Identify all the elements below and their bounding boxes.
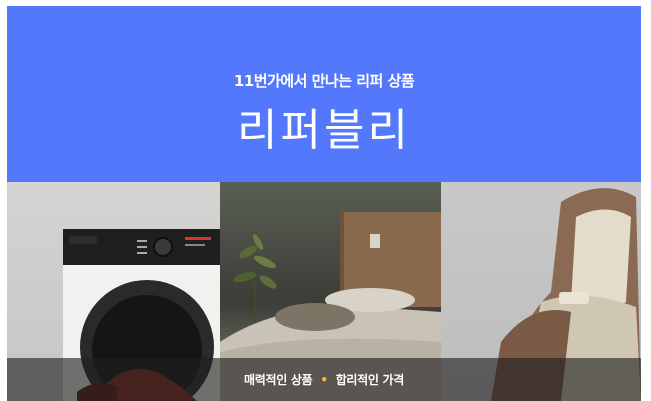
wall-lamp-icon bbox=[370, 234, 380, 248]
refurb-promo-banner[interactable]: 11번가에서 만나는 리퍼 상품 리퍼블리 매력적인 상품 • 합리적인 가격 bbox=[7, 6, 641, 401]
banner-subtitle: 11번가에서 만나는 리퍼 상품 bbox=[233, 72, 415, 90]
footer-bar: 매력적인 상품 • 합리적인 가격 bbox=[7, 358, 641, 401]
footer-tagline: 매력적인 상품 • 합리적인 가격 bbox=[7, 371, 641, 388]
separator-dot: • bbox=[320, 373, 328, 387]
armrest-icon bbox=[559, 292, 589, 304]
tagline-right: 합리적인 가격 bbox=[335, 373, 405, 387]
hero-header: 11번가에서 만나는 리퍼 상품 리퍼블리 bbox=[7, 6, 641, 182]
dial-icon bbox=[153, 237, 173, 257]
tagline-left: 매력적인 상품 bbox=[243, 373, 313, 387]
banner-title: 리퍼블리 bbox=[237, 105, 411, 156]
